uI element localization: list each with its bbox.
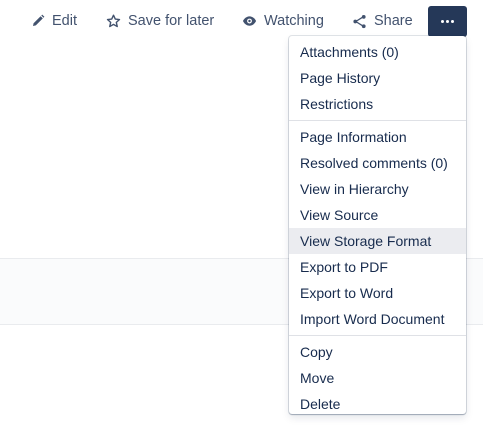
menu-section: Page Information Resolved comments (0) Vie… — [289, 120, 466, 335]
menu-item-page-information[interactable]: Page Information — [289, 124, 466, 150]
menu-item-view-storage-format[interactable]: View Storage Format — [289, 228, 466, 254]
ellipsis-icon — [441, 20, 454, 23]
more-actions-button[interactable] — [428, 6, 467, 37]
menu-item-export-to-pdf[interactable]: Export to PDF — [289, 254, 466, 280]
menu-item-page-history[interactable]: Page History — [289, 65, 466, 91]
page-toolbar: Edit Save for later Watching Share — [0, 6, 483, 37]
share-button[interactable]: Share — [352, 6, 413, 36]
eye-icon — [242, 15, 264, 27]
menu-item-export-to-word[interactable]: Export to Word — [289, 280, 466, 306]
pencil-icon — [31, 14, 52, 28]
menu-item-move[interactable]: Move — [289, 365, 466, 391]
watching-button[interactable]: Watching — [242, 6, 324, 36]
menu-item-restrictions[interactable]: Restrictions — [289, 91, 466, 117]
menu-item-resolved-comments-0[interactable]: Resolved comments (0) — [289, 150, 466, 176]
menu-section: Attachments (0) Page History Restrictions — [289, 36, 466, 120]
share-label: Share — [374, 13, 413, 29]
edit-label: Edit — [52, 13, 77, 29]
menu-item-view-source[interactable]: View Source — [289, 202, 466, 228]
menu-section: Copy Move Delete — [289, 335, 466, 420]
star-icon — [106, 14, 128, 29]
save-for-later-button[interactable]: Save for later — [106, 6, 214, 36]
menu-item-copy[interactable]: Copy — [289, 339, 466, 365]
menu-item-view-in-hierarchy[interactable]: View in Hierarchy — [289, 176, 466, 202]
menu-item-attachments-0[interactable]: Attachments (0) — [289, 39, 466, 65]
menu-item-import-word-document[interactable]: Import Word Document — [289, 306, 466, 332]
menu-item-delete[interactable]: Delete — [289, 391, 466, 417]
watching-label: Watching — [264, 13, 324, 29]
save-for-later-label: Save for later — [128, 13, 215, 29]
edit-button[interactable]: Edit — [31, 6, 77, 36]
share-icon — [352, 14, 374, 29]
more-actions-menu: Attachments (0) Page History Restrictions P… — [289, 36, 466, 414]
page: Edit Save for later Watching Share Attac… — [0, 0, 483, 436]
